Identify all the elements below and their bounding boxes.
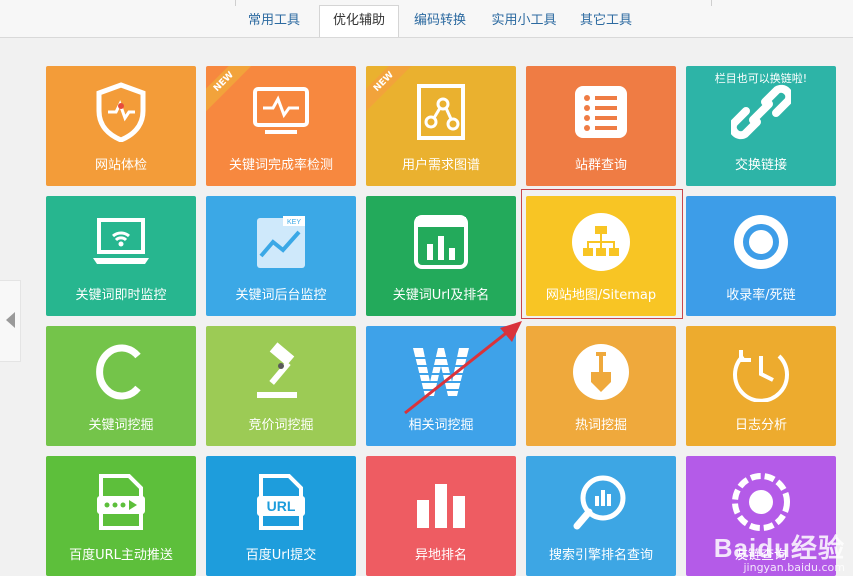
tile-related-word-mining[interactable]: 相关词挖掘 xyxy=(366,326,516,446)
tile-remote-ranking[interactable]: 异地排名 xyxy=(366,456,516,576)
chain-link-icon xyxy=(731,82,791,142)
tile-user-demand-graph[interactable]: NEW 用户需求图谱 xyxy=(366,66,516,186)
search-chart-icon xyxy=(571,472,631,532)
bars-icon xyxy=(411,472,471,532)
tab-common-tools[interactable]: 常用工具 xyxy=(238,6,310,36)
tile-label: 网站体检 xyxy=(94,158,147,173)
tile-label: 收录率/死链 xyxy=(726,288,796,303)
laptop-wifi-icon xyxy=(91,212,151,272)
gavel-icon xyxy=(251,342,311,402)
tile-label: 日志分析 xyxy=(734,418,787,433)
tile-label: 关键词挖掘 xyxy=(88,418,154,433)
tab-separator xyxy=(711,0,712,6)
monitor-pulse-icon xyxy=(251,82,311,142)
arrow-left-icon xyxy=(6,312,15,328)
tile-label: 关键词Url及排名 xyxy=(392,288,490,303)
tile-exchange-links[interactable]: 栏目也可以换链啦! 交换链接 xyxy=(686,66,836,186)
tile-keyword-completion[interactable]: NEW 关键词完成率检测 xyxy=(206,66,356,186)
sitemap-icon xyxy=(571,212,631,272)
tab-encoding[interactable]: 编码转换 xyxy=(404,6,476,36)
tile-label: 竞价词挖掘 xyxy=(248,418,314,433)
tile-label: 相关词挖掘 xyxy=(408,418,474,433)
pie-icon xyxy=(731,472,791,532)
tile-sitemap[interactable]: 网站地图/Sitemap xyxy=(526,196,676,316)
tile-site-checkup[interactable]: 网站体检 xyxy=(46,66,196,186)
tile-label: 百度URL主动推送 xyxy=(69,548,173,563)
svg-text:KEY: KEY xyxy=(287,219,301,226)
tile-label: 网站地图/Sitemap xyxy=(545,288,657,303)
tab-optimization[interactable]: 优化辅助 xyxy=(319,5,399,37)
tile-keyword-mining[interactable]: 关键词挖掘 xyxy=(46,326,196,446)
baidu-jingyan-watermark: Baidu经验 jingyan.baidu.com xyxy=(714,528,845,574)
tile-keyword-backend-monitor[interactable]: KEY 关键词后台监控 xyxy=(206,196,356,316)
tile-search-engine-rank[interactable]: 搜索引擎排名查询 xyxy=(526,456,676,576)
tile-index-rate-dead-links[interactable]: 收录率/死链 xyxy=(686,196,836,316)
tile-baidu-url-push[interactable]: 百度URL主动推送 xyxy=(46,456,196,576)
graph-nodes-icon xyxy=(411,82,471,142)
letter-c-icon xyxy=(91,342,151,402)
tile-log-analysis[interactable]: 日志分析 xyxy=(686,326,836,446)
tile-label: 热词挖掘 xyxy=(574,418,627,433)
clock-icon xyxy=(731,342,791,402)
tile-label: 百度Url提交 xyxy=(245,548,317,563)
tile-label: 站群查询 xyxy=(574,158,627,173)
tab-utilities[interactable]: 实用小工具 xyxy=(482,6,566,36)
tile-label: 关键词即时监控 xyxy=(75,288,167,303)
url-file-icon: URL xyxy=(251,472,311,532)
ring-icon xyxy=(731,212,791,272)
watermark-brand: Baidu经验 xyxy=(713,533,845,563)
tile-baidu-url-submit[interactable]: URL 百度Url提交 xyxy=(206,456,356,576)
shield-heartbeat-icon xyxy=(91,82,151,142)
tool-category-tabs: 常用工具 优化辅助 编码转换 实用小工具 其它工具 xyxy=(0,0,853,38)
tile-label: 关键词后台监控 xyxy=(235,288,327,303)
svg-text:URL: URL xyxy=(267,498,296,514)
tile-label: 交换链接 xyxy=(734,158,787,173)
scroll-left-button[interactable] xyxy=(0,280,21,362)
tile-keyword-url-rank[interactable]: 关键词Url及排名 xyxy=(366,196,516,316)
tile-label: 关键词完成率检测 xyxy=(228,158,333,173)
tile-label: 用户需求图谱 xyxy=(401,158,480,173)
tile-label: 搜索引擎排名查询 xyxy=(548,548,653,563)
bar-chart-icon xyxy=(411,212,471,272)
tile-label: 异地排名 xyxy=(414,548,467,563)
tile-keyword-realtime-monitor[interactable]: 关键词即时监控 xyxy=(46,196,196,316)
tab-separator xyxy=(235,0,236,6)
tile-hot-word-mining[interactable]: 热词挖掘 xyxy=(526,326,676,446)
tab-other-tools[interactable]: 其它工具 xyxy=(570,6,642,36)
tile-bid-word-mining[interactable]: 竞价词挖掘 xyxy=(206,326,356,446)
push-file-icon xyxy=(91,472,151,532)
shovel-icon xyxy=(571,342,631,402)
key-chart-icon: KEY xyxy=(251,212,311,272)
tile-site-group-query[interactable]: 站群查询 xyxy=(526,66,676,186)
list-icon xyxy=(571,82,631,142)
letter-w-icon xyxy=(411,342,471,402)
